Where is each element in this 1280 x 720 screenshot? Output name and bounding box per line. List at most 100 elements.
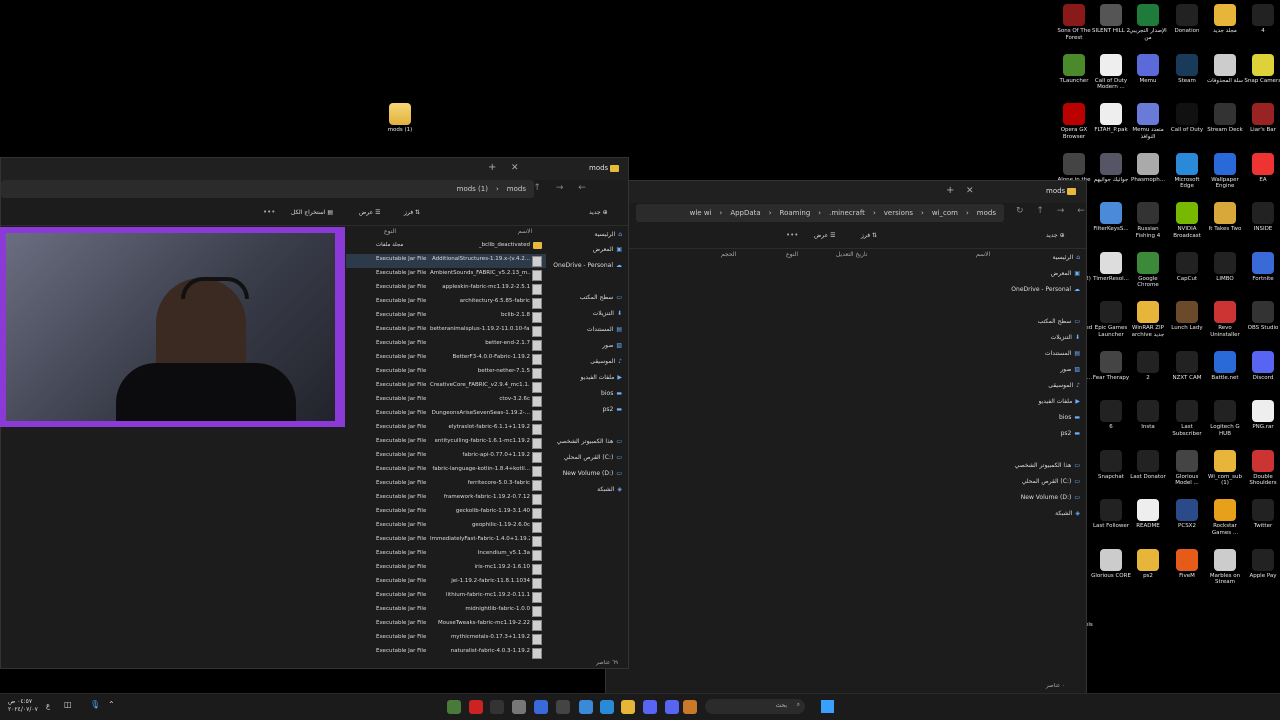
nav-item[interactable]: القرص المحلي (C:) ▭	[1022, 478, 1080, 485]
desktop-icon[interactable]: Apple Pay	[1243, 548, 1280, 580]
desktop-icon[interactable]: Double Shoulders	[1243, 449, 1280, 487]
col-type[interactable]: النوع	[786, 251, 798, 258]
close-tab-icon[interactable]: ✕	[511, 163, 519, 173]
edge-icon[interactable]	[600, 700, 614, 714]
photos-icon[interactable]	[579, 700, 593, 714]
back-arrow-icon[interactable]: ←	[578, 183, 586, 193]
file-row[interactable]: Executable Jar File midnightlib-fabric-1.…	[346, 604, 546, 618]
refresh-icon[interactable]: ↻	[1016, 206, 1024, 216]
file-row[interactable]: Executable Jar File architectury-6.5.85-f…	[346, 296, 546, 310]
desktop-icon[interactable]: TimerResol...	[1091, 251, 1131, 283]
sort-button[interactable]: فرز ⇅	[861, 232, 877, 239]
file-row[interactable]: Executable Jar File framework-fabric-1.19…	[346, 492, 546, 506]
nav-item[interactable]: صور ▧	[1060, 366, 1080, 373]
desktop-icon[interactable]: README	[1128, 499, 1168, 530]
new-button[interactable]: جديد ⊕	[1046, 232, 1065, 239]
view-button[interactable]: عرض ☰	[359, 209, 380, 216]
file-row[interactable]: Executable Jar File better-end-2.1.7	[346, 338, 546, 352]
nav-item[interactable]: الموسيقى ♪	[590, 358, 622, 365]
file-row[interactable]: Executable Jar File appleskin-fabric-mc1.…	[346, 282, 546, 296]
nav-item[interactable]: الموسيقى ♪	[1048, 382, 1080, 389]
burger-icon[interactable]	[683, 700, 697, 714]
desktop-icon[interactable]: FilterKeysS...	[1091, 202, 1131, 233]
clock[interactable]: ٠٤:٥٧ ص ٢٠٢٤/٠٧/٠٧	[8, 698, 38, 714]
desktop-icon[interactable]: EA	[1243, 152, 1280, 184]
desktop-icon[interactable]: FLTAH_P.pak	[1091, 103, 1131, 134]
nav-item[interactable]: هذا الكمبيوتر الشخصي ▭	[557, 438, 622, 445]
nav-item[interactable]: المعرض ▣	[593, 246, 622, 253]
nav-item[interactable]: ملفات الفيديو ▶	[1038, 398, 1080, 405]
nav-item[interactable]: New Volume (D:) ▭	[1021, 494, 1080, 501]
forward-arrow-icon[interactable]: →	[1057, 206, 1065, 216]
desktop-icon[interactable]: Last Donator	[1128, 449, 1168, 481]
desktop-icon[interactable]: Liar's Bar	[1243, 103, 1280, 134]
file-row[interactable]: Executable Jar File AmbientSounds_FABRIC_…	[346, 268, 546, 282]
teams-icon[interactable]	[643, 700, 657, 714]
desktop-icon[interactable]: Call of Duty Modern ...	[1091, 53, 1131, 91]
desktop-icon[interactable]: مجلد جديد	[1205, 4, 1245, 35]
settings-icon[interactable]	[512, 700, 526, 714]
tab-mods[interactable]: mods	[589, 164, 620, 172]
breadcrumb-item[interactable]: mods	[507, 185, 526, 193]
more-options-icon[interactable]: •••	[263, 208, 275, 216]
new-tab-icon[interactable]: +	[488, 162, 496, 173]
nav-item[interactable]: المستندات ▤	[587, 326, 622, 333]
desktop-icon[interactable]: Microsoft Edge	[1167, 152, 1207, 190]
file-row[interactable]: Executable Jar File AdditionalStructures-…	[346, 254, 546, 268]
file-row[interactable]: Executable Jar File ImmediatelyFast-Fabri…	[346, 534, 546, 548]
col-name[interactable]: الاسم	[518, 228, 532, 235]
file-row[interactable]: Executable Jar File elytraslot-fabric-6.1…	[346, 422, 546, 436]
desktop-icon[interactable]: Logitech G HUB	[1205, 400, 1245, 437]
nav-item[interactable]: New Volume (D:) ▭	[563, 470, 622, 477]
desktop-icon[interactable]: NVIDIA Broadcast	[1167, 202, 1207, 239]
desktop-icon[interactable]: Fear Therapy	[1091, 350, 1131, 382]
explorer-window-back[interactable]: ✕ + mods ↻ ↑ → ← wle wi › AppData › Roaming ›…	[605, 180, 1087, 694]
mic-icon[interactable]: 🎙	[90, 700, 100, 709]
desktop-icon[interactable]: Stream Deck	[1205, 103, 1245, 134]
file-row[interactable]: Executable Jar File fabric-api-0.77.0+1.1…	[346, 450, 546, 464]
new-button[interactable]: جديد ⊕	[589, 209, 608, 216]
file-row[interactable]: Executable Jar File Incendium_v5.1.3a	[346, 548, 546, 562]
file-row[interactable]: Executable Jar File CreativeCore_FABRIC_v…	[346, 380, 546, 394]
store-icon[interactable]	[534, 700, 548, 714]
desktop-icon[interactable]: CapCut	[1167, 251, 1207, 283]
file-row[interactable]: Executable Jar File jei-1.19.2-fabric-11.…	[346, 576, 546, 590]
breadcrumb-item[interactable]: wle wi	[690, 209, 712, 217]
file-row[interactable]: Executable Jar File geophilic-1.19-2.6.0c	[346, 520, 546, 534]
folder-icon[interactable]	[621, 700, 635, 714]
file-row[interactable]: Executable Jar File ferritecore-5.0.3-fab…	[346, 478, 546, 492]
desktop-folder-mods[interactable]: mods (1)	[380, 103, 420, 134]
breadcrumb-item[interactable]: Roaming	[780, 209, 811, 217]
search-box[interactable]: بحث ⌕	[705, 699, 805, 714]
desktop-icon[interactable]: Last Subscriber	[1167, 400, 1207, 437]
file-row[interactable]: Executable Jar File mythicmetals-0.17.3+1…	[346, 632, 546, 646]
desktop-icon[interactable]: Marbles on Stream	[1205, 548, 1245, 586]
desktop-icon[interactable]: Rockstar Games ...	[1205, 499, 1245, 536]
desktop-icon[interactable]: Glorious CORE	[1091, 548, 1131, 580]
nav-item[interactable]: bios ▬	[601, 390, 622, 397]
desktop-icon[interactable]: INSIDE	[1243, 202, 1280, 233]
nav-item[interactable]: ps2 ▬	[603, 406, 622, 413]
app-icon[interactable]	[447, 700, 461, 714]
desktop-icon[interactable]: Glorious Model ...	[1167, 449, 1207, 487]
breadcrumb-item[interactable]: mods (1)	[457, 185, 488, 193]
opera-icon[interactable]	[469, 700, 483, 714]
breadcrumb-item[interactable]: mods	[977, 209, 996, 217]
sort-button[interactable]: فرز ⇅	[404, 209, 420, 216]
desktop-icon[interactable]: Phasmoph...	[1128, 152, 1168, 184]
nav-item[interactable]: OneDrive - Personal ☁	[1011, 286, 1080, 293]
nav-item[interactable]: سطح المكتب ▭	[1038, 318, 1080, 325]
nav-item[interactable]: القرص المحلي (C:) ▭	[564, 454, 622, 461]
file-row[interactable]: Executable Jar File ctov-3.2.6c	[346, 394, 546, 408]
col-type[interactable]: النوع	[384, 228, 396, 235]
back-arrow-icon[interactable]: ←	[1077, 206, 1085, 216]
nav-item[interactable]: ps2 ▬	[1061, 430, 1080, 437]
desktop-icon[interactable]: سلة المحذوفات	[1205, 53, 1245, 85]
tab-mods[interactable]: mods	[1046, 187, 1077, 195]
up-arrow-icon[interactable]: ↑	[1036, 206, 1044, 216]
tray-chevron-icon[interactable]: ⌃	[108, 700, 115, 709]
file-row[interactable]: Executable Jar File bclib-2.1.8	[346, 310, 546, 324]
desktop-icon[interactable]: Sons Of The Forest	[1054, 4, 1094, 41]
extract-all-button[interactable]: استخراج الكل ▤	[291, 209, 333, 216]
desktop-icon[interactable]: ps2	[1128, 548, 1168, 580]
